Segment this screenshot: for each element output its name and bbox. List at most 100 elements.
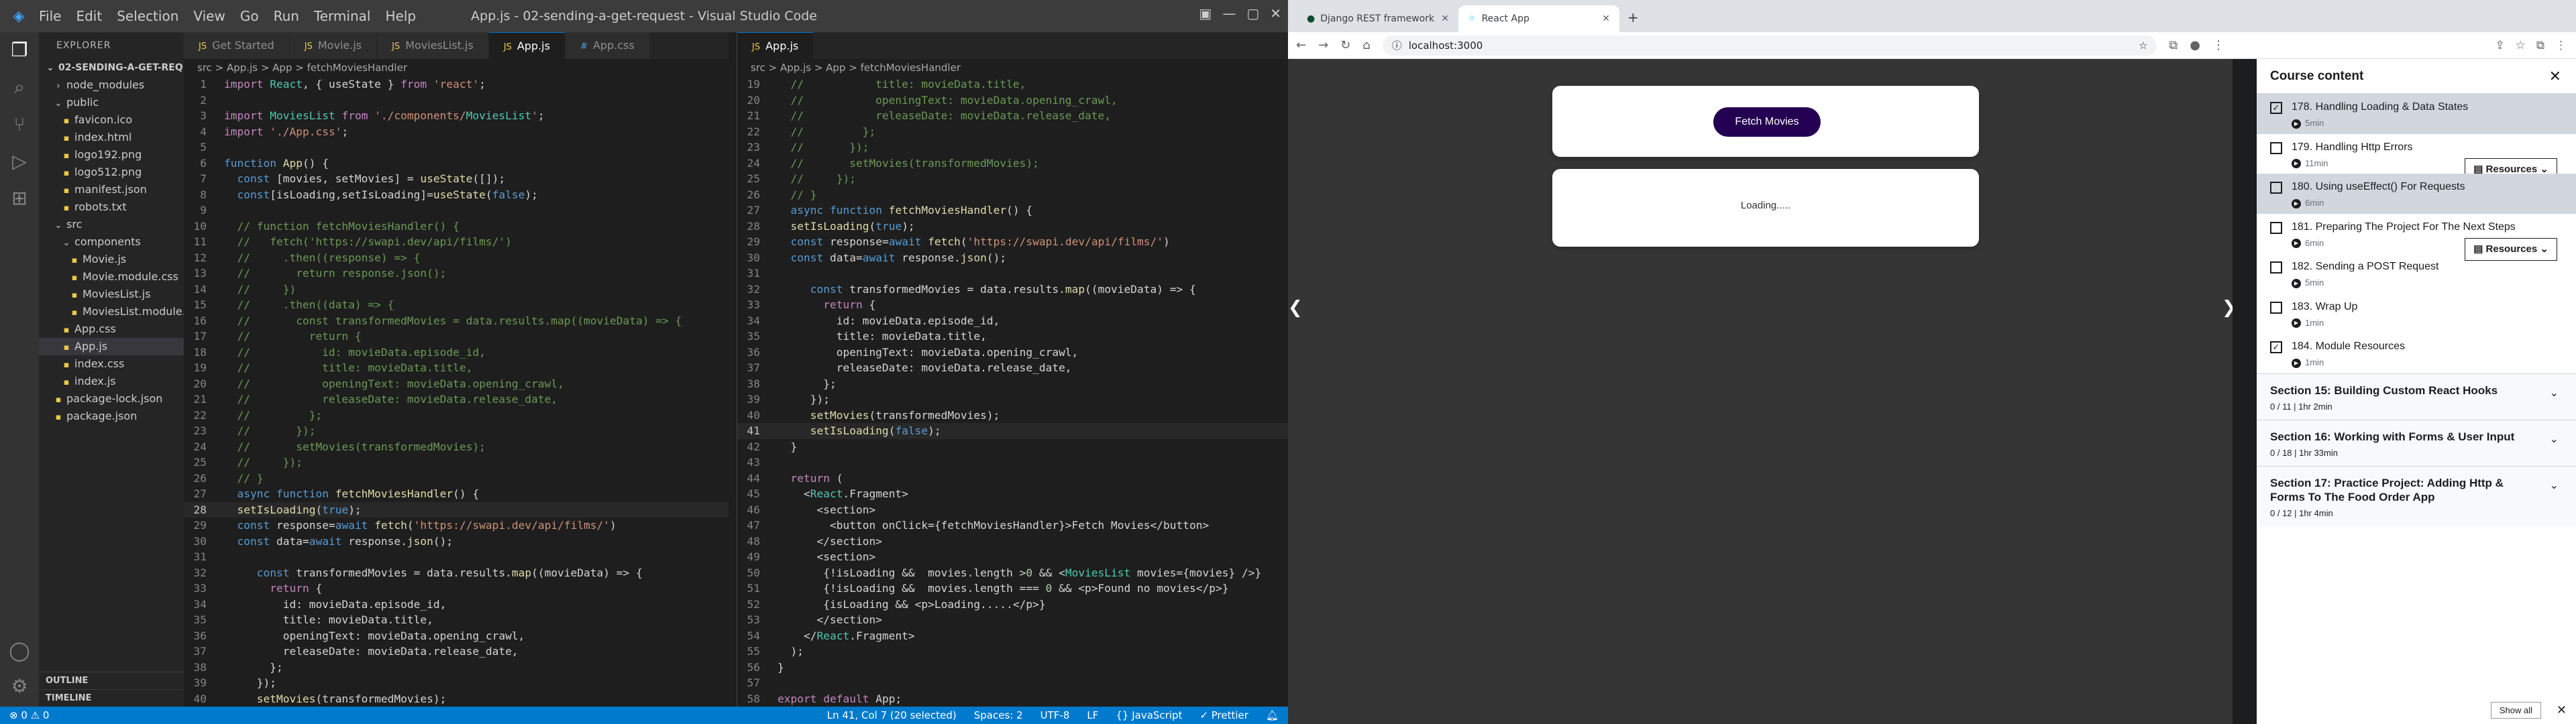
language-mode[interactable]: {} JavaScript xyxy=(1116,709,1182,721)
minimize-icon[interactable]: — xyxy=(1222,5,1236,21)
lecture-item[interactable]: 181. Preparing The Project For The Next … xyxy=(2257,214,2576,261)
close-tab-icon[interactable]: ✕ xyxy=(1602,5,1610,32)
lecture-checkbox[interactable]: ✓ xyxy=(2270,341,2282,354)
file-item[interactable]: ▪ App.css xyxy=(39,320,184,338)
cursor-position[interactable]: Ln 41, Col 7 (20 selected) xyxy=(827,709,957,721)
chevron-left-icon[interactable]: ❮ xyxy=(1288,298,1303,318)
menu-item-go[interactable]: Go xyxy=(240,8,259,24)
lecture-item[interactable]: ✓ 178. Handling Loading & Data States ▶ 5mi… xyxy=(2257,94,2576,134)
extensions-icon[interactable]: ⊞ xyxy=(11,187,27,209)
outline-section[interactable]: OUTLINE xyxy=(39,672,184,689)
folder-item[interactable]: ⌄ public xyxy=(39,94,184,111)
new-tab-icon[interactable]: + xyxy=(1627,9,1639,25)
encoding-status[interactable]: UTF-8 xyxy=(1040,709,1070,721)
project-folder[interactable]: ⌄02-SENDING-A-GET-REQU... xyxy=(39,59,184,76)
folder-item[interactable]: › node_modules xyxy=(39,76,184,94)
forward-icon[interactable]: → xyxy=(1318,38,1328,52)
bookmark-star-icon[interactable]: ☆ xyxy=(2516,39,2526,52)
file-item[interactable]: ▪ robots.txt xyxy=(39,198,184,216)
problems-status[interactable]: ⊗ 0 ⚠ 0 xyxy=(9,709,49,721)
lecture-item[interactable]: 182. Sending a POST Request ▶ 5min xyxy=(2257,253,2576,294)
browser-tab[interactable]: ⚛ React App ✕ xyxy=(1458,5,1619,32)
file-item[interactable]: ▪ favicon.ico xyxy=(39,111,184,129)
menu-item-view[interactable]: View xyxy=(193,8,225,24)
menu-item-selection[interactable]: Selection xyxy=(117,8,178,24)
browser-tab[interactable]: ● Django REST framework ✕ xyxy=(1297,5,1458,32)
menu-item-run[interactable]: Run xyxy=(274,8,299,24)
close-icon[interactable]: ✕ xyxy=(2549,68,2561,85)
lecture-item[interactable]: 183. Wrap Up ▶ 1min xyxy=(2257,294,2576,334)
course-section[interactable]: Section 17: Practice Project: Adding Htt… xyxy=(2257,465,2576,526)
file-item[interactable]: ▪ App.js xyxy=(39,338,184,355)
search-icon[interactable]: ⌕ xyxy=(14,76,25,99)
file-item[interactable]: ▪ MoviesList.js xyxy=(39,286,184,303)
menu-dots-icon[interactable]: ⋮ xyxy=(2212,38,2224,52)
close-icon[interactable]: ✕ xyxy=(1270,5,1281,21)
course-section[interactable]: Section 15: Building Custom React Hooks 0… xyxy=(2257,373,2576,420)
editor-tab[interactable]: JS Movie.js xyxy=(289,32,378,59)
close-icon[interactable]: ✕ xyxy=(2557,703,2567,717)
menu-item-edit[interactable]: Edit xyxy=(76,8,102,24)
fetch-movies-button[interactable]: Fetch Movies xyxy=(1713,107,1821,137)
reload-icon[interactable]: ↻ xyxy=(1340,38,1350,52)
file-item[interactable]: ▪ manifest.json xyxy=(39,181,184,198)
prettier-status[interactable]: ✓ Prettier xyxy=(1199,709,1248,721)
indentation-status[interactable]: Spaces: 2 xyxy=(974,709,1023,721)
file-item[interactable]: ▪ logo192.png xyxy=(39,146,184,164)
editor-tab[interactable]: JS Get Started xyxy=(184,32,290,59)
code-editor-right[interactable]: 19 // title: movieData.title, 20 // openi… xyxy=(737,76,1288,707)
explorer-icon[interactable]: ❐ xyxy=(11,39,28,61)
extensions-puzzle-icon[interactable]: ⧉ xyxy=(2536,39,2544,52)
home-icon[interactable]: ⌂ xyxy=(1362,38,1370,52)
bookmark-star-icon[interactable]: ☆ xyxy=(2139,40,2147,52)
lecture-checkbox[interactable] xyxy=(2270,301,2282,314)
section-title: Section 15: Building Custom React Hooks xyxy=(2270,383,2498,397)
lecture-checkbox[interactable]: ✓ xyxy=(2270,102,2282,114)
run-debug-icon[interactable]: ▷ xyxy=(12,150,27,172)
folder-icon: ▤ xyxy=(2473,163,2486,175)
menu-item-terminal[interactable]: Terminal xyxy=(314,8,371,24)
source-control-icon[interactable]: ⑂ xyxy=(14,113,25,135)
settings-gear-icon[interactable]: ⚙ xyxy=(11,675,28,697)
editor-tab[interactable]: JS App.js xyxy=(488,32,566,59)
folder-item[interactable]: ⌄ src xyxy=(39,216,184,233)
menu-dots-icon[interactable]: ⋮ xyxy=(2555,39,2567,52)
address-bar[interactable]: ⓘ localhost:3000 ☆ xyxy=(1382,35,2157,56)
show-all-button[interactable]: Show all xyxy=(2490,702,2541,719)
file-item[interactable]: ▪ package.json xyxy=(39,408,184,425)
share-icon[interactable]: ⇪ xyxy=(2495,39,2504,52)
eol-status[interactable]: LF xyxy=(1087,709,1098,721)
file-item[interactable]: ▪ Movie.js xyxy=(39,251,184,268)
lecture-item[interactable]: ✓ 184. Module Resources ▶ 1min xyxy=(2257,333,2576,373)
editor-tab[interactable]: JS MoviesList.js xyxy=(377,32,489,59)
bell-icon[interactable]: 🔔︎ xyxy=(1266,709,1279,721)
menu-item-help[interactable]: Help xyxy=(385,8,416,24)
lecture-checkbox[interactable] xyxy=(2270,182,2282,194)
lecture-item[interactable]: 179. Handling Http Errors ▶ 11min ▤ Resourc… xyxy=(2257,134,2576,181)
account-icon[interactable]: ◯ xyxy=(9,640,30,662)
back-icon[interactable]: ← xyxy=(1296,38,1306,52)
file-item[interactable]: ▪ Movie.module.css xyxy=(39,268,184,286)
menu-item-file[interactable]: File xyxy=(39,8,61,24)
maximize-icon[interactable]: ▢ xyxy=(1246,5,1259,21)
editor-tab[interactable]: JS App.js xyxy=(737,32,814,59)
file-item[interactable]: ▪ package-lock.json xyxy=(39,390,184,408)
extensions-puzzle-icon[interactable]: ⧉ xyxy=(2169,38,2178,52)
file-item[interactable]: ▪ index.js xyxy=(39,373,184,390)
file-item[interactable]: ▪ index.html xyxy=(39,129,184,146)
lecture-checkbox[interactable] xyxy=(2270,141,2282,154)
lecture-checkbox[interactable] xyxy=(2270,261,2282,274)
file-item[interactable]: ▪ logo512.png xyxy=(39,164,184,181)
close-tab-icon[interactable]: ✕ xyxy=(1441,5,1449,32)
editor-tab[interactable]: # App.css xyxy=(565,32,650,59)
code-editor-left[interactable]: 1 import React, { useState } from 'react'… xyxy=(184,76,729,707)
file-item[interactable]: ▪ MoviesList.module... xyxy=(39,303,184,320)
lecture-checkbox[interactable] xyxy=(2270,221,2282,234)
profile-avatar-icon[interactable]: ● xyxy=(2190,38,2200,52)
course-section[interactable]: Section 16: Working with Forms & User In… xyxy=(2257,419,2576,466)
timeline-section[interactable]: TIMELINE xyxy=(39,689,184,707)
file-item[interactable]: ▪ index.css xyxy=(39,355,184,373)
lecture-item[interactable]: 180. Using useEffect() For Requests ▶ 6min xyxy=(2257,174,2576,214)
layout-icon[interactable]: ▣ xyxy=(1199,5,1212,21)
folder-item[interactable]: ⌄ components xyxy=(39,233,184,251)
